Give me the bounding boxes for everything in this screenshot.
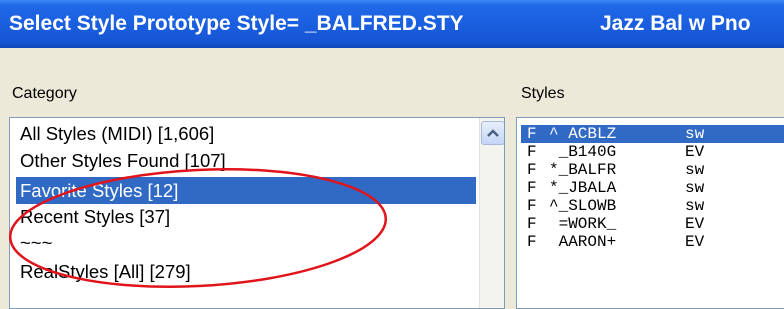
highlight-ellipse [8, 167, 388, 289]
